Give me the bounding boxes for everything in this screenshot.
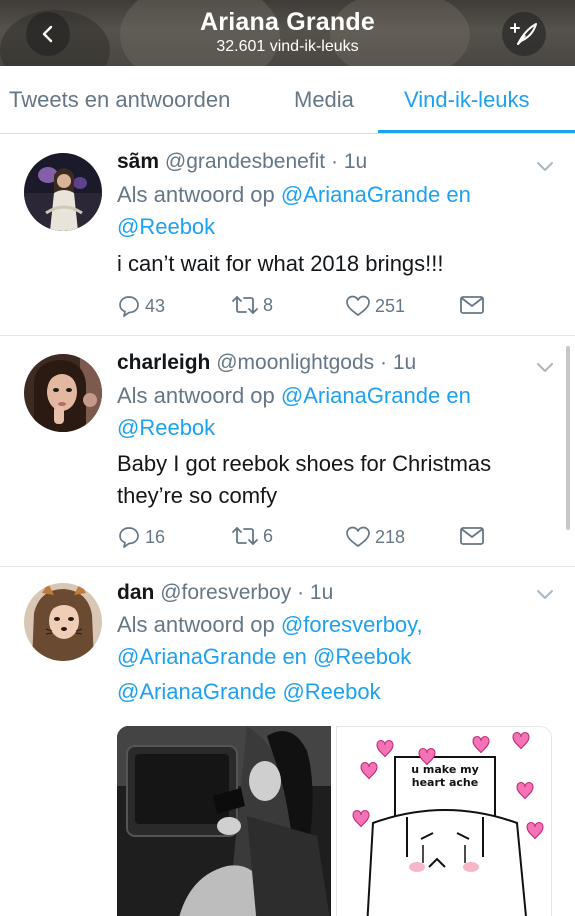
tweet-text: Baby I got reebok shoes for Christmas th… <box>117 448 547 512</box>
meme-image[interactable]: u make my heart ache <box>336 726 552 916</box>
retweet-count: 8 <box>263 294 274 315</box>
tweet-text-line: they’re so comfy <box>117 483 278 508</box>
tweet-media: u make my heart ache <box>117 726 552 916</box>
mention-link[interactable]: @ArianaGrande <box>117 644 276 669</box>
chevron-down-icon[interactable] <box>536 589 554 601</box>
retweet-button[interactable]: 8 <box>231 294 273 316</box>
heart-icon <box>346 295 370 316</box>
tab-media[interactable]: Media <box>294 87 354 113</box>
scrollbar[interactable] <box>566 346 570 530</box>
tweet-text: i can’t wait for what 2018 brings!!! <box>117 251 444 276</box>
reply-count: 16 <box>145 526 166 547</box>
reply-prefix: Als antwoord op <box>117 612 275 637</box>
reply-icon <box>119 527 139 548</box>
mention-link[interactable]: @Reebok <box>117 214 215 239</box>
profile-header: Ariana Grande 32.601 vind-ik-leuks <box>0 0 575 66</box>
avatar[interactable] <box>24 354 102 432</box>
tweet-header: sãm @grandesbenefit · 1u <box>117 150 367 174</box>
like-button[interactable]: 251 <box>345 294 405 318</box>
display-name[interactable]: sãm <box>117 150 159 173</box>
reply-context: Als antwoord op @foresverboy, @ArianaGra… <box>117 609 537 673</box>
reply-icon <box>119 296 139 317</box>
reply-context: Als antwoord op @ArianaGrande en @Reebok <box>117 380 537 444</box>
chevron-down-icon[interactable] <box>536 362 554 374</box>
tweet-actions: 43 8 251 <box>117 294 497 322</box>
tweet-actions: 16 6 218 <box>117 525 497 553</box>
compose-button[interactable] <box>502 12 546 56</box>
photo-thumbnail[interactable] <box>117 726 331 916</box>
reply-prefix: Als antwoord op <box>117 383 275 408</box>
separator-dot: · <box>379 351 387 374</box>
tab-tweets-and-replies[interactable]: Tweets en antwoorden <box>9 87 230 113</box>
tweet-text: @ArianaGrande @Reebok <box>117 676 547 708</box>
mention-link[interactable]: @ArianaGrande <box>117 679 276 704</box>
avatar[interactable] <box>24 153 102 231</box>
retweet-button[interactable]: 6 <box>231 525 273 547</box>
tweet[interactable]: charleigh @moonlightgods · 1u Als antwoo… <box>0 336 575 567</box>
retweet-count: 6 <box>263 525 274 546</box>
handle[interactable]: @grandesbenefit <box>165 150 325 173</box>
retweet-icon <box>232 296 258 314</box>
compose-icon <box>510 23 537 45</box>
like-button[interactable]: 218 <box>345 525 405 549</box>
direct-message-button[interactable] <box>459 294 485 316</box>
display-name[interactable]: dan <box>117 581 154 604</box>
meme-caption: u make my heart ache <box>411 763 479 789</box>
heart-icon <box>346 526 370 547</box>
timestamp: 1u <box>392 351 417 374</box>
tweet-text-line: Baby I got reebok shoes for Christmas <box>117 451 492 476</box>
profile-tabs: Tweets en antwoorden Media Vind-ik-leuks <box>0 66 575 134</box>
like-count: 218 <box>375 526 406 547</box>
reply-count: 43 <box>145 295 166 316</box>
mention-link[interactable]: @Reebok <box>117 415 215 440</box>
tweet[interactable]: sãm @grandesbenefit · 1u Als antwoord op… <box>0 135 575 336</box>
mention-link[interactable]: @Reebok <box>282 679 380 704</box>
like-count: 251 <box>375 295 406 316</box>
mention-joiner: en <box>446 383 471 408</box>
message-icon <box>460 296 484 314</box>
mention-link[interactable]: @ArianaGrande <box>281 383 440 408</box>
reply-button[interactable]: 43 <box>117 294 165 318</box>
active-tab-indicator <box>378 130 575 133</box>
handle[interactable]: @moonlightgods <box>216 351 374 374</box>
tweet-header: dan @foresverboy · 1u <box>117 581 333 605</box>
mention-joiner: en <box>282 644 307 669</box>
display-name[interactable]: charleigh <box>117 351 210 374</box>
retweet-icon <box>232 527 258 545</box>
separator-dot: · <box>297 581 305 604</box>
mention-link[interactable]: @Reebok <box>313 644 411 669</box>
message-icon <box>460 527 484 545</box>
mention-joiner: en <box>446 182 471 207</box>
tweet-header: charleigh @moonlightgods · 1u <box>117 351 416 375</box>
timestamp: 1u <box>309 581 334 604</box>
page-title: Ariana Grande <box>200 8 375 36</box>
avatar[interactable] <box>24 583 102 661</box>
reply-context: Als antwoord op @ArianaGrande en @Reebok <box>117 179 537 243</box>
separator-dot: · <box>330 150 338 173</box>
reply-button[interactable]: 16 <box>117 525 165 549</box>
direct-message-button[interactable] <box>459 525 485 547</box>
likes-count: 32.601 vind-ik-leuks <box>216 38 359 55</box>
tab-likes[interactable]: Vind-ik-leuks <box>404 87 530 113</box>
timestamp: 1u <box>343 150 368 173</box>
mention-link[interactable]: @foresverboy, <box>281 612 423 637</box>
handle[interactable]: @foresverboy <box>160 581 291 604</box>
mention-link[interactable]: @ArianaGrande <box>281 182 440 207</box>
reply-prefix: Als antwoord op <box>117 182 275 207</box>
chevron-down-icon[interactable] <box>536 161 554 173</box>
